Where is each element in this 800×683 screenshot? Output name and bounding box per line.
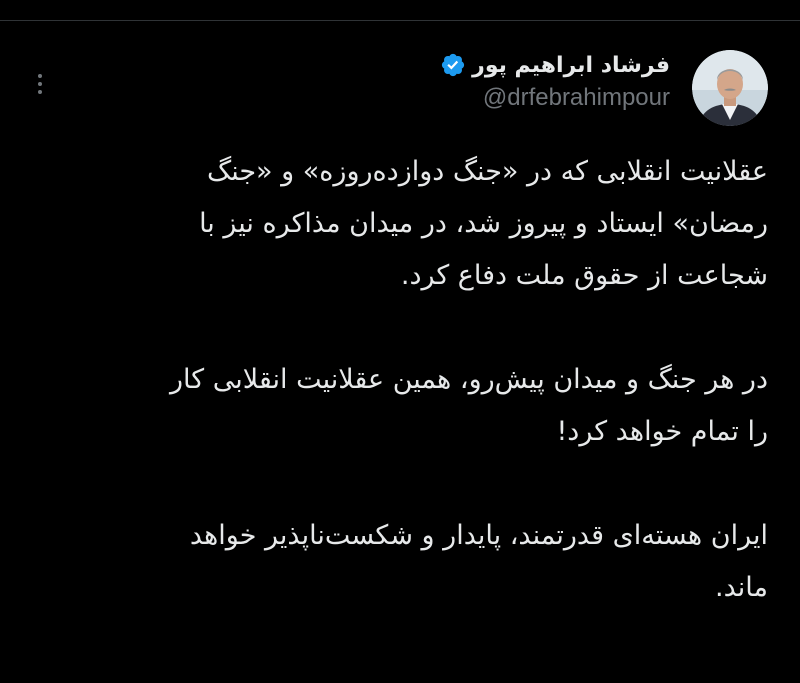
tweet-line: عقلانیت انقلابی که در «جنگ دوازده‌روزه» … [207, 156, 768, 187]
author-handle[interactable]: @drfebrahimpour [440, 84, 670, 112]
ellipsis-dot [38, 82, 42, 86]
avatar[interactable] [692, 50, 768, 126]
tweet-line: ایران هسته‌ای قدرتمند، پایدار و شکست‌ناپ… [189, 520, 768, 551]
profile-photo-icon [692, 50, 768, 126]
tweet-author: فرشاد ابراهیم پور @drfebrahimpour [440, 52, 670, 112]
tweet-line: را تمام خواهد کرد! [556, 416, 768, 447]
tweet-line: ماند. [715, 572, 768, 603]
top-divider [0, 20, 800, 21]
tweet-line: رمضان» ایستاد و پیروز شد، در میدان مذاکر… [199, 208, 768, 239]
author-display-name[interactable]: فرشاد ابراهیم پور [472, 53, 670, 78]
tweet-text: عقلانیت انقلابی که در «جنگ دوازده‌روزه» … [40, 146, 768, 614]
more-options-button[interactable] [30, 64, 50, 104]
verified-badge-icon [442, 53, 465, 77]
tweet-line: شجاعت از حقوق ملت دفاع کرد. [400, 260, 768, 291]
author-name-row: فرشاد ابراهیم پور [440, 52, 670, 78]
vertical-ellipsis-icon [38, 74, 42, 78]
ellipsis-dot [38, 90, 42, 94]
tweet-line: در هر جنگ و میدان پیش‌رو، همین عقلانیت ا… [170, 364, 768, 395]
